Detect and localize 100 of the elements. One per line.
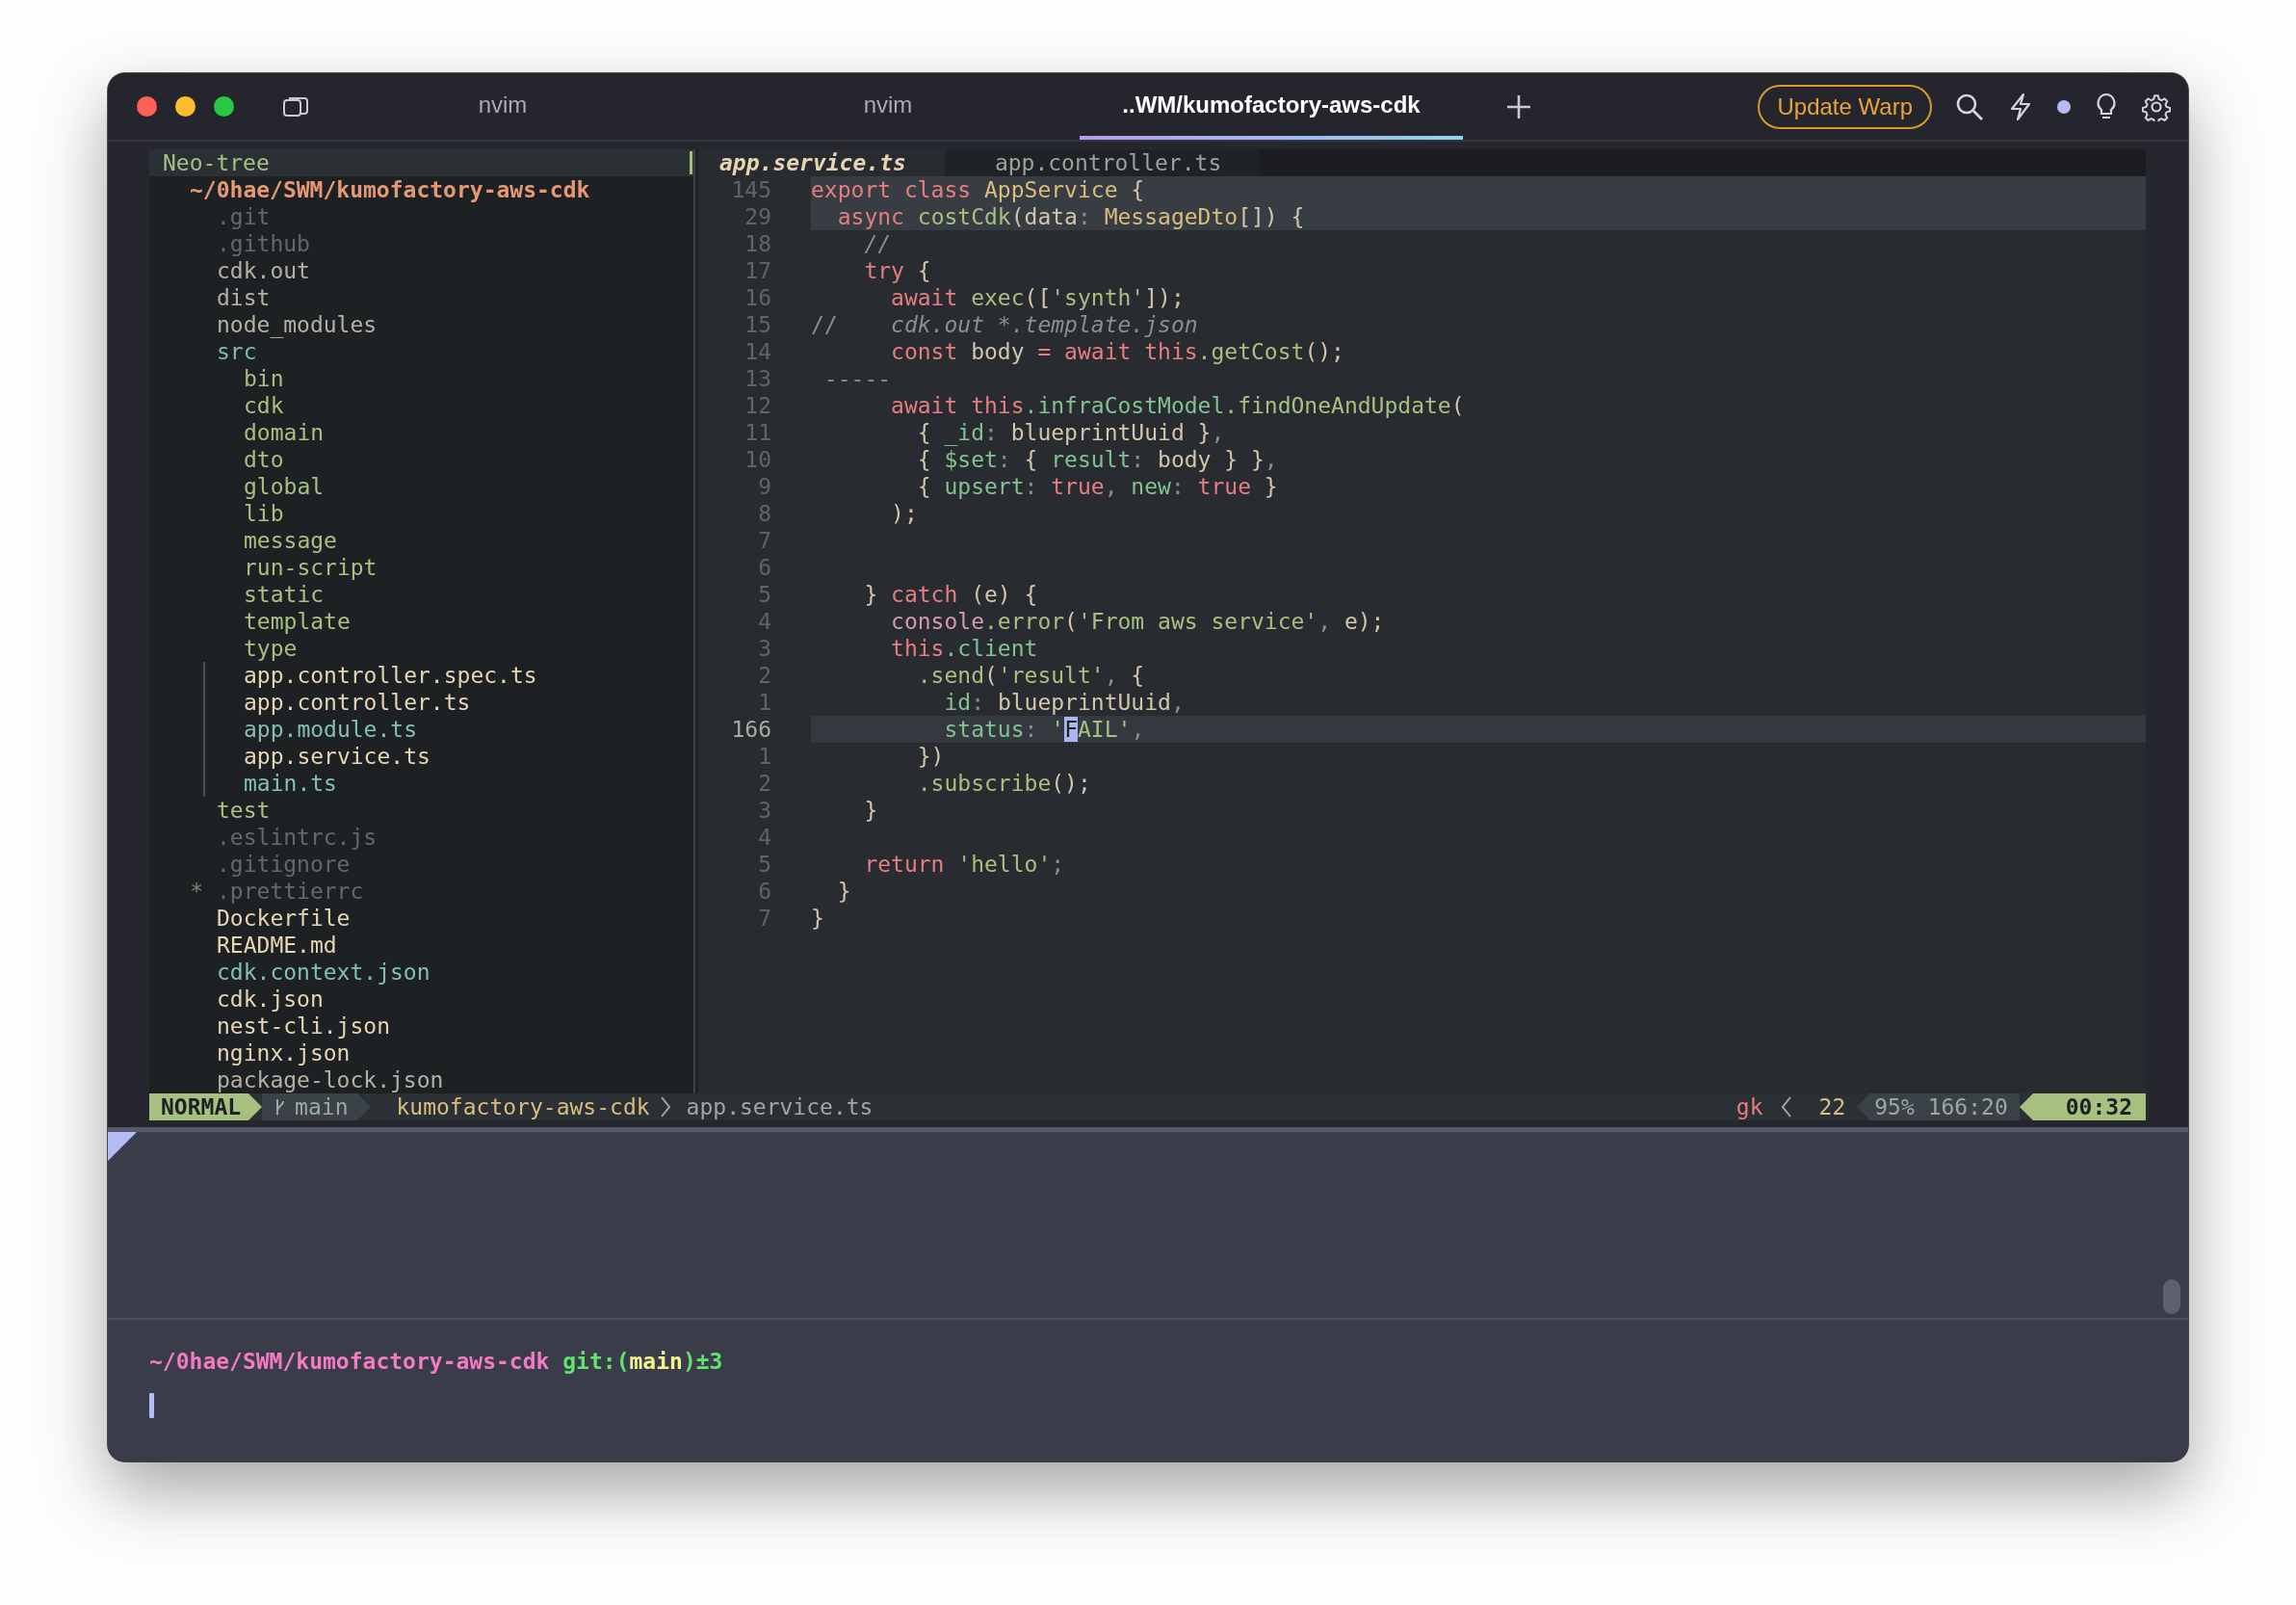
line-number: 13 <box>744 365 771 392</box>
tree-item[interactable]: package-lock.json <box>217 1066 444 1093</box>
tree-item[interactable]: run-script <box>244 554 378 581</box>
status-dot-icon <box>2057 99 2071 114</box>
tree-item[interactable]: node_modules <box>217 311 378 338</box>
code-line: { _id: blueprintUuid }, <box>917 419 1225 446</box>
tree-item[interactable]: static <box>244 581 325 608</box>
tree-item[interactable]: app.controller.ts <box>244 689 471 716</box>
scrollbar-thumb[interactable] <box>2163 1279 2180 1314</box>
tree-item[interactable]: cdk.context.json <box>217 959 430 986</box>
tree-item[interactable]: nest-cli.json <box>217 1013 390 1039</box>
project-name: kumofactory-aws-cdk <box>396 1093 650 1120</box>
code-line: // cdk.out *.template.json <box>811 311 1198 338</box>
tree-item[interactable]: domain <box>244 419 325 446</box>
code-line: this.client <box>891 635 1038 662</box>
code-line: ----- <box>823 365 892 392</box>
tree-item[interactable]: message <box>244 527 337 554</box>
tree-item[interactable]: nginx.json <box>217 1039 351 1066</box>
plus-icon[interactable] <box>1506 93 1531 119</box>
line-number: 4 <box>757 824 771 851</box>
code-line: }) <box>917 743 945 770</box>
line-number: 1 <box>757 689 771 716</box>
separator-arrow-icon <box>248 1093 263 1120</box>
status-marker: * <box>190 878 203 905</box>
line-number: 6 <box>757 878 771 905</box>
tree-item[interactable]: lib <box>244 500 284 527</box>
tree-item[interactable]: app.module.ts <box>244 716 417 743</box>
code-line: } <box>864 797 878 824</box>
code-line: await this.infraCostModel.findOneAndUpdate( <box>891 392 1465 419</box>
settings-icon[interactable] <box>2142 92 2171 121</box>
code-line: // <box>864 230 892 257</box>
tree-item[interactable]: dto <box>244 446 284 473</box>
line-number: 29 <box>744 203 771 230</box>
line-number: 8 <box>757 500 771 527</box>
code-line: status: 'FAIL', <box>944 716 1145 743</box>
tree-root[interactable]: ~/0hae/SWM/kumofactory-aws-cdk <box>190 176 590 203</box>
tree-item[interactable]: app.controller.spec.ts <box>244 662 537 689</box>
line-number: 5 <box>757 851 771 878</box>
tree-item[interactable]: template <box>244 608 351 635</box>
code-line: id: blueprintUuid, <box>944 689 1185 716</box>
tree-item[interactable]: cdk.out <box>217 257 310 284</box>
branch-name: main <box>295 1093 349 1120</box>
line-number: 7 <box>757 905 771 932</box>
tree-item[interactable]: type <box>244 635 298 662</box>
close-button[interactable] <box>137 96 157 117</box>
terminal-tab[interactable]: nvim <box>696 73 1080 140</box>
line-number: 14 <box>744 338 771 365</box>
code-line: .subscribe(); <box>917 770 1091 797</box>
file-name: app.service.ts <box>686 1093 874 1120</box>
code-line: ); <box>891 500 918 527</box>
file-tab[interactable]: app.service.ts <box>698 149 945 176</box>
code-line: console.error('From aws service', e); <box>891 608 1385 635</box>
file-tab[interactable]: app.controller.ts <box>944 149 1261 176</box>
tree-item[interactable]: Dockerfile <box>217 905 351 932</box>
line-number: 17 <box>744 257 771 284</box>
line-number: 3 <box>757 797 771 824</box>
code-line: try { <box>864 257 931 284</box>
chevron-right-icon <box>659 1095 671 1118</box>
code-line: { upsert: true, new: true } <box>917 473 1278 500</box>
tree-item[interactable]: cdk.json <box>217 986 324 1013</box>
search-icon[interactable] <box>1955 92 1984 121</box>
tree-item[interactable]: app.service.ts <box>244 743 430 770</box>
line-number: 11 <box>744 419 771 446</box>
update-button[interactable]: Update Warp <box>1758 84 1932 129</box>
word-count: 22 <box>1818 1093 1846 1120</box>
key-sequence: gk <box>1735 1093 1763 1120</box>
tree-item[interactable]: bin <box>244 365 284 392</box>
line-number: 9 <box>757 473 771 500</box>
zoom-button[interactable] <box>214 96 234 117</box>
git-branch-icon <box>274 1097 286 1117</box>
separator-arrow-icon <box>1857 1093 1871 1120</box>
tree-item[interactable]: cdk <box>244 392 284 419</box>
tree-item[interactable]: src <box>217 338 257 365</box>
line-number: 1 <box>757 743 771 770</box>
line-number: 12 <box>744 392 771 419</box>
code-line: } <box>837 878 851 905</box>
code-line: .send('result', { <box>917 662 1145 689</box>
tree-item[interactable]: global <box>244 473 325 500</box>
code-line: export class AppService { <box>811 176 1145 203</box>
line-number: 7 <box>757 527 771 554</box>
separator-arrow-icon <box>2019 1093 2033 1120</box>
tree-item[interactable]: dist <box>217 284 271 311</box>
panel-icon[interactable] <box>282 94 309 118</box>
tree-item[interactable]: README.md <box>217 932 337 959</box>
line-number: 16 <box>744 284 771 311</box>
code-line: } <box>811 905 824 932</box>
line-number: 166 <box>730 716 771 743</box>
code-line: } catch (e) { <box>864 581 1038 608</box>
terminal-tab[interactable]: nvim <box>309 73 696 140</box>
tree-item[interactable]: test <box>217 797 271 824</box>
code-line: const body = await this.getCost(); <box>891 338 1344 365</box>
tree-item[interactable]: main.ts <box>244 770 337 797</box>
lightbulb-icon[interactable] <box>2096 92 2117 121</box>
lightning-icon[interactable] <box>2009 92 2032 121</box>
line-number: 18 <box>744 230 771 257</box>
line-number: 10 <box>744 446 771 473</box>
minimize-button[interactable] <box>175 96 196 117</box>
code-line: { $set: { result: body } }, <box>917 446 1278 473</box>
line-number: 2 <box>757 662 771 689</box>
text-cursor <box>149 1393 154 1418</box>
